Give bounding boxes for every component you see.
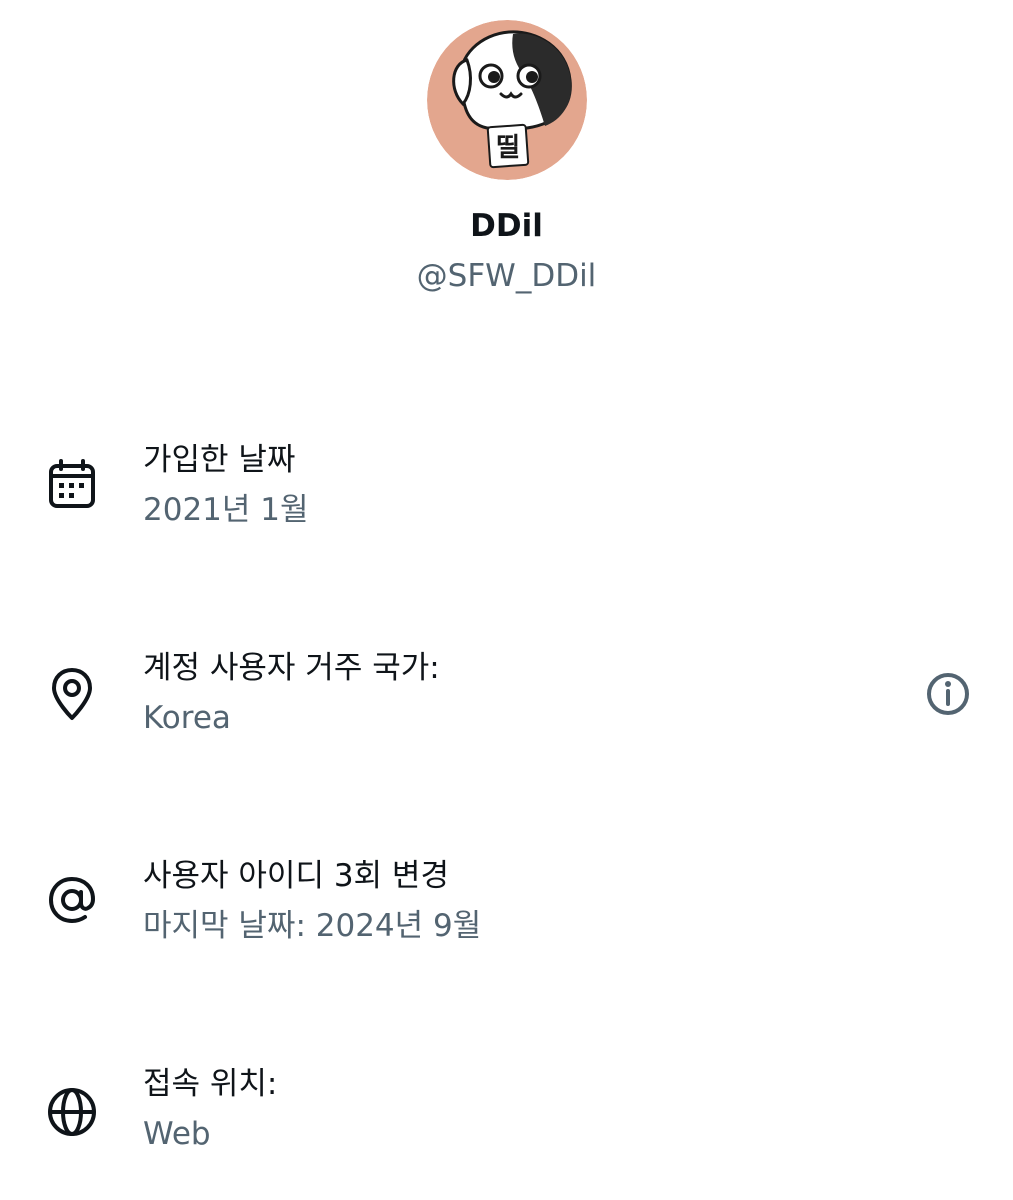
info-row-connected-via: 접속 위치: Web	[0, 1062, 1013, 1172]
connected-via-title: 접속 위치:	[143, 1066, 278, 1102]
profile-header: 띨 DDil @SFW_DDil	[0, 0, 1013, 320]
info-row-username-changes: 사용자 아이디 3회 변경 마지막 날짜: 2024년 9월	[0, 854, 1013, 964]
globe-icon	[42, 1082, 102, 1142]
username-changes-title: 사용자 아이디 3회 변경	[143, 858, 449, 894]
info-row-joined: 가입한 날짜 2021년 1월	[0, 438, 1013, 548]
info-icon[interactable]	[918, 664, 978, 724]
avatar[interactable]: 띨	[427, 20, 587, 180]
at-sign-icon	[42, 870, 102, 930]
calendar-icon	[42, 454, 102, 514]
info-row-country: 계정 사용자 거주 국가: Korea	[0, 646, 1013, 756]
user-handle: @SFW_DDil	[416, 258, 597, 294]
username-changes-value: 마지막 날짜: 2024년 9월	[143, 908, 482, 944]
country-title: 계정 사용자 거주 국가:	[143, 650, 440, 686]
display-name: DDil	[470, 208, 543, 244]
avatar-label: 띨	[496, 133, 520, 163]
location-pin-icon	[42, 664, 102, 724]
country-value: Korea	[143, 700, 231, 736]
dog-cartoon-avatar-icon: 띨	[427, 20, 587, 180]
joined-value: 2021년 1월	[143, 492, 309, 528]
connected-via-value: Web	[143, 1116, 211, 1152]
joined-title: 가입한 날짜	[143, 442, 296, 478]
